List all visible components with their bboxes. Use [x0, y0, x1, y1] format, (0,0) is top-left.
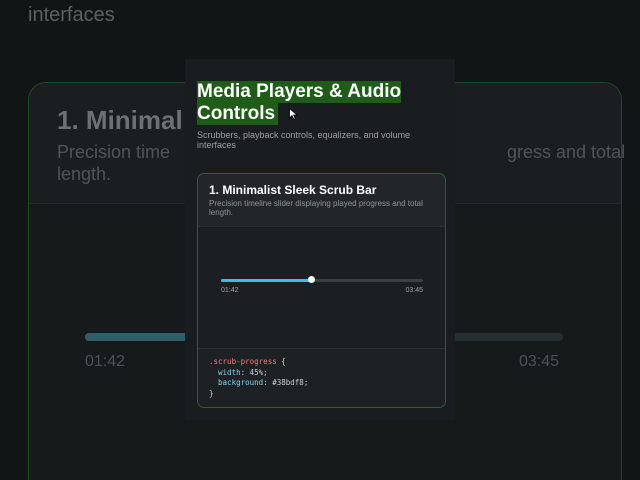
page-title-text: Media Players & Audio Controls [197, 81, 402, 125]
card-description: Precision timeline slider displaying pla… [209, 199, 423, 217]
bg-desc-left: Precision time [57, 142, 171, 162]
total-time: 03:45 [405, 287, 423, 294]
mouse-cursor-icon [289, 108, 298, 120]
page-title: Media Players & Audio Controls [197, 81, 447, 125]
bg-desc-right: gress and total [507, 142, 626, 162]
card-title: 1. Minimalist Sleek Scrub Bar [209, 183, 377, 197]
code-prop-background: background [209, 378, 264, 387]
code-val-width: : 45%; [240, 367, 268, 377]
code-val-background: : #38bdf8; [263, 378, 309, 387]
scrub-track[interactable] [221, 276, 423, 283]
card-header: 1. Minimalist Sleek Scrub Bar Precision … [198, 174, 445, 227]
bg-desc-left-2: length. [57, 164, 112, 184]
scrub-thumb[interactable] [308, 276, 316, 283]
code-close-brace: } [209, 388, 214, 398]
bg-subtitle-text: interfaces [28, 4, 115, 26]
code-snippet: .scrub-progress { width: 45%; background… [209, 357, 308, 399]
scrub-progress [221, 279, 312, 282]
page-subtitle: Scrubbers, playback controls, equalizers… [197, 130, 411, 150]
player-preview: 01:42 03:45 [198, 227, 445, 349]
code-open-brace: { [276, 357, 286, 366]
bg-card-title: 1. Minimal [57, 105, 183, 135]
bg-time-total: 03:45 [519, 353, 560, 370]
scrub-bar-demo-card: 1. Minimalist Sleek Scrub Bar Precision … [197, 173, 446, 408]
code-selector: .scrub-progress [209, 357, 277, 366]
current-time: 01:42 [221, 287, 239, 294]
bg-subtitle-fragment: interfaces [28, 4, 115, 27]
content-column: Media Players & Audio Controls Scrubbers… [185, 59, 455, 420]
bg-time-current: 01:42 [85, 353, 126, 370]
code-prop-width: width [209, 367, 241, 377]
